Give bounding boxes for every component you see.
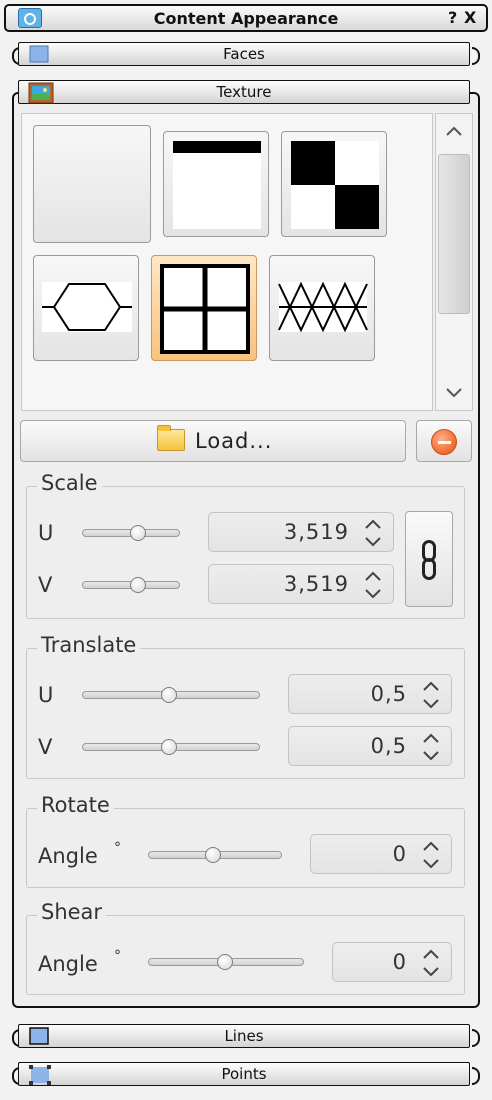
spin-down-icon[interactable] bbox=[421, 856, 441, 870]
spin-up-icon[interactable] bbox=[421, 948, 441, 962]
translate-v-label: V bbox=[38, 735, 53, 759]
stripe-texture[interactable] bbox=[163, 131, 269, 237]
spin-up-icon[interactable] bbox=[363, 518, 383, 532]
shear-degree-symbol: ° bbox=[114, 948, 121, 964]
scale-title: Scale bbox=[37, 471, 102, 495]
faces-collapse-bracket-right bbox=[472, 47, 480, 65]
link-scale-button[interactable] bbox=[405, 511, 453, 607]
translate-v-value: 0,5 bbox=[370, 734, 407, 758]
scale-u-label: U bbox=[38, 521, 54, 545]
spin-down-icon[interactable] bbox=[421, 964, 441, 978]
shear-title: Shear bbox=[37, 900, 107, 924]
scale-v-slider-handle[interactable] bbox=[130, 577, 146, 593]
scale-u-spinbox[interactable]: 3,519 bbox=[208, 512, 394, 552]
scale-u-value: 3,519 bbox=[283, 520, 349, 544]
gallery-scrollbar[interactable] bbox=[435, 113, 473, 411]
scale-v-label: V bbox=[38, 573, 53, 597]
scroll-thumb[interactable] bbox=[438, 154, 470, 314]
remove-icon bbox=[431, 429, 457, 455]
spin-up-icon[interactable] bbox=[421, 840, 441, 854]
points-section-header[interactable]: Points bbox=[18, 1062, 470, 1086]
texture-section-label: Texture bbox=[216, 83, 272, 101]
rotate-title: Rotate bbox=[37, 793, 114, 817]
shear-angle-spinbox[interactable]: 0 bbox=[332, 942, 452, 982]
remove-texture-button[interactable] bbox=[416, 420, 472, 462]
folder-icon bbox=[157, 425, 185, 451]
scroll-up-icon[interactable] bbox=[438, 116, 470, 146]
rotate-angle-value: 0 bbox=[392, 842, 407, 866]
blank-texture[interactable] bbox=[33, 125, 151, 243]
shear-angle-label: Angle bbox=[38, 952, 98, 976]
scale-v-value: 3,519 bbox=[283, 572, 349, 596]
lines-section-header[interactable]: Lines bbox=[18, 1024, 470, 1048]
triangle-texture[interactable] bbox=[269, 255, 375, 361]
window-title: Content Appearance bbox=[153, 9, 339, 28]
rotate-angle-label: Angle bbox=[38, 844, 98, 868]
spin-down-icon[interactable] bbox=[363, 586, 383, 600]
faces-section-label: Faces bbox=[223, 45, 265, 63]
translate-u-label: U bbox=[38, 683, 54, 707]
rotate-angle-spinbox[interactable]: 0 bbox=[310, 834, 452, 874]
load-texture-button[interactable]: Load... bbox=[20, 420, 406, 462]
spin-down-icon[interactable] bbox=[421, 748, 441, 762]
points-collapse-bracket-right bbox=[472, 1067, 480, 1085]
translate-u-spinbox[interactable]: 0,5 bbox=[288, 674, 452, 714]
points-section-label: Points bbox=[221, 1065, 267, 1083]
shear-angle-value: 0 bbox=[392, 950, 407, 974]
translate-u-slider-handle[interactable] bbox=[161, 687, 177, 703]
shear-angle-slider-handle[interactable] bbox=[217, 954, 233, 970]
help-button[interactable]: ? bbox=[448, 8, 457, 27]
texture-section-header[interactable]: Texture bbox=[18, 80, 470, 104]
close-button[interactable]: X bbox=[464, 8, 476, 27]
load-label: Load... bbox=[195, 429, 273, 453]
spin-up-icon[interactable] bbox=[363, 570, 383, 584]
scale-v-spinbox[interactable]: 3,519 bbox=[208, 564, 394, 604]
spin-down-icon[interactable] bbox=[363, 534, 383, 548]
texture-gallery bbox=[21, 113, 433, 411]
faces-section-header[interactable]: Faces bbox=[18, 42, 470, 66]
checker-texture[interactable] bbox=[281, 131, 387, 237]
spin-up-icon[interactable] bbox=[421, 732, 441, 746]
lines-section-label: Lines bbox=[224, 1027, 264, 1045]
spin-down-icon[interactable] bbox=[421, 696, 441, 710]
title-bar: Content Appearance ? X bbox=[4, 4, 488, 32]
grid-texture[interactable] bbox=[151, 255, 257, 361]
scale-u-slider-handle[interactable] bbox=[130, 525, 146, 541]
translate-v-slider-handle[interactable] bbox=[161, 739, 177, 755]
translate-u-value: 0,5 bbox=[370, 682, 407, 706]
translate-title: Translate bbox=[37, 633, 141, 657]
lines-collapse-bracket-right bbox=[472, 1029, 480, 1047]
hexagon-texture[interactable] bbox=[33, 255, 139, 361]
scroll-down-icon[interactable] bbox=[438, 378, 470, 408]
rotate-degree-symbol: ° bbox=[114, 840, 121, 856]
rotate-angle-slider-handle[interactable] bbox=[205, 847, 221, 863]
translate-v-spinbox[interactable]: 0,5 bbox=[288, 726, 452, 766]
spin-up-icon[interactable] bbox=[421, 680, 441, 694]
